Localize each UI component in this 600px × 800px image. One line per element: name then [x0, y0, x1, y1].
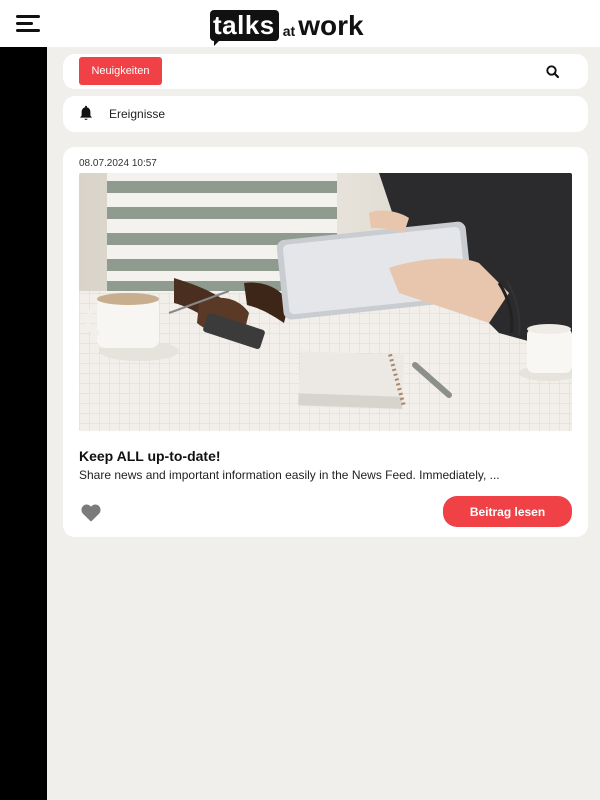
tab-news[interactable]: Neuigkeiten [79, 57, 162, 85]
top-bar: talks at work [0, 0, 600, 47]
sidebar [0, 47, 47, 800]
post-excerpt: Share news and important information eas… [79, 468, 500, 482]
events-label: Ereignisse [109, 107, 166, 121]
logo-work: work [298, 10, 364, 41]
post-date: 08.07.2024 10:57 [79, 158, 157, 169]
bell-icon [77, 105, 95, 123]
post-title: Keep ALL up-to-date! [79, 448, 221, 464]
read-post-button[interactable]: Beitrag lesen [443, 496, 572, 527]
app-logo: talks at work [210, 5, 364, 46]
feed-tabs-bar: Neuigkeiten [63, 54, 588, 89]
events-link[interactable]: Ereignisse [63, 96, 588, 132]
heart-icon[interactable] [80, 503, 102, 523]
search-icon[interactable] [543, 62, 563, 82]
news-post-card: 08.07.2024 10:57 Keep ALL up-to-date! Sh… [63, 147, 588, 537]
menu-icon[interactable] [16, 14, 40, 34]
post-image [79, 173, 572, 431]
logo-at: at [282, 23, 296, 39]
logo-talks: talks [210, 10, 279, 41]
